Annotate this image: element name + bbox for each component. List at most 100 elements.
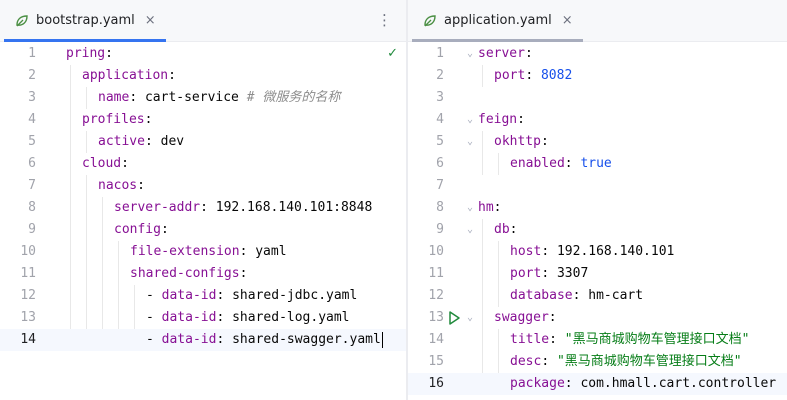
yaml-token: : xyxy=(129,90,145,105)
line-number: 8 xyxy=(28,200,36,215)
left-tab-bar: bootstrap.yaml × ⋮ xyxy=(0,0,406,42)
code-text: okhttp: xyxy=(494,131,549,153)
code-line[interactable]: 14 - data-id: shared-swagger.yaml xyxy=(0,329,406,351)
code-line[interactable]: 6 enabled: true xyxy=(408,153,787,175)
close-icon[interactable]: × xyxy=(562,13,573,28)
line-number: 3 xyxy=(28,90,36,105)
yaml-key: pring xyxy=(66,46,106,61)
code-line[interactable]: 3 xyxy=(408,87,787,109)
code-line[interactable]: 3 name: cart-service # 微服务的名称 xyxy=(0,87,406,109)
left-editor-pane[interactable]: bootstrap.yaml × ⋮ ✓ 1 pring: 2 application… xyxy=(0,0,406,400)
code-line[interactable]: 2 application: xyxy=(0,65,406,87)
fold-chevron-icon[interactable]: ⌄ xyxy=(464,43,476,65)
code-line[interactable]: 12 - data-id: shared-jdbc.yaml xyxy=(0,285,406,307)
yaml-key: nacos xyxy=(98,178,138,193)
code-line[interactable]: 2 port: 8082 xyxy=(408,65,787,87)
yaml-token: : xyxy=(160,222,169,237)
code-text: server: xyxy=(478,43,533,65)
code-line[interactable]: 15 desc: "黑马商城购物车管理接口文档" xyxy=(408,351,787,373)
code-text: database: hm-cart xyxy=(510,285,643,307)
yaml-file-icon xyxy=(422,13,438,29)
code-text: host: 192.168.140.101 xyxy=(510,241,674,263)
line-number: 11 xyxy=(20,266,36,281)
code-line[interactable]: 8 ⌄ hm: xyxy=(408,197,787,219)
code-line[interactable]: 12 database: hm-cart xyxy=(408,285,787,307)
code-line[interactable]: 14 title: "黑马商城购物车管理接口文档" xyxy=(408,329,787,351)
yaml-key: title xyxy=(510,332,550,347)
line-number: 15 xyxy=(428,354,444,369)
yaml-token: : xyxy=(541,266,557,281)
line-number: 12 xyxy=(20,288,36,303)
yaml-token: : xyxy=(137,178,145,193)
yaml-key: data-id xyxy=(161,288,217,303)
code-line[interactable]: 5 active: dev xyxy=(0,131,406,153)
code-line[interactable]: 7 xyxy=(408,175,787,197)
yaml-key: cloud xyxy=(82,156,122,171)
fold-chevron-icon[interactable]: ⌄ xyxy=(464,197,476,219)
yaml-token: "黑马商城购物车管理接口文档" xyxy=(556,354,742,369)
right-code-editor[interactable]: 1 ⌄ server: 2 port: 8082 3 4 ⌄ feign: 5 ⌄ okhttp: 6 e… xyxy=(408,42,787,400)
yaml-token: 192.168.140.101:8848 xyxy=(215,200,373,215)
yaml-token: : xyxy=(524,46,533,61)
tab-application-yaml[interactable]: application.yaml × xyxy=(412,0,583,42)
code-line[interactable]: 11 shared-configs: xyxy=(0,263,406,285)
tab-bootstrap-yaml[interactable]: bootstrap.yaml × xyxy=(4,0,166,42)
code-text: file-extension: yaml xyxy=(130,241,287,263)
code-line[interactable]: 10 host: 192.168.140.101 xyxy=(408,241,787,263)
yaml-token: yaml xyxy=(255,244,287,259)
left-code-editor[interactable]: ✓ 1 pring: 2 application: 3 name: cart-servic… xyxy=(0,42,406,400)
yaml-key: okhttp xyxy=(494,134,541,149)
yaml-token: : xyxy=(168,68,176,83)
yaml-key: package xyxy=(510,376,565,391)
code-line[interactable]: 9 ⌄ db: xyxy=(408,219,787,241)
code-line[interactable]: 7 nacos: xyxy=(0,175,406,197)
code-line[interactable]: 1 ⌄ server: xyxy=(408,43,787,65)
code-text: hm: xyxy=(478,197,501,219)
more-options-icon[interactable]: ⋮ xyxy=(377,10,392,30)
yaml-key: shared-configs xyxy=(130,266,240,281)
yaml-token: 192.168.140.101 xyxy=(556,244,675,259)
line-number: 1 xyxy=(28,46,36,61)
code-line[interactable]: 11 port: 3307 xyxy=(408,263,787,285)
code-line[interactable]: 13 ⌄ swagger: xyxy=(408,307,787,329)
code-line[interactable]: 5 ⌄ okhttp: xyxy=(408,131,787,153)
code-line[interactable]: 8 server-addr: 192.168.140.101:8848 xyxy=(0,197,406,219)
code-line[interactable]: 9 config: xyxy=(0,219,406,241)
code-text: - data-id: shared-swagger.yaml xyxy=(146,329,383,351)
fold-chevron-icon[interactable]: ⌄ xyxy=(464,307,476,329)
code-line[interactable]: 4 ⌄ feign: xyxy=(408,109,787,131)
yaml-token: : xyxy=(549,332,565,347)
code-text: active: dev xyxy=(98,131,184,153)
yaml-token: : xyxy=(121,156,129,171)
line-number: 2 xyxy=(436,68,444,83)
yaml-token: cart-service xyxy=(144,90,247,105)
code-line[interactable]: 1 pring: xyxy=(0,43,406,65)
run-gutter-icon[interactable] xyxy=(447,308,461,328)
yaml-token: : xyxy=(144,134,161,149)
code-text: port: 3307 xyxy=(510,263,588,285)
yaml-key: enabled xyxy=(510,156,565,171)
fold-chevron-icon[interactable]: ⌄ xyxy=(464,131,476,153)
right-editor-pane[interactable]: application.yaml × 1 ⌄ server: 2 port: 8082 3… xyxy=(408,0,787,400)
code-text: - data-id: shared-log.yaml xyxy=(146,307,350,329)
fold-chevron-icon[interactable]: ⌄ xyxy=(464,219,476,241)
code-line[interactable]: 16 package: com.hmall.cart.controller xyxy=(408,373,787,395)
line-number: 12 xyxy=(428,288,444,303)
fold-chevron-icon[interactable]: ⌄ xyxy=(464,109,476,131)
yaml-token: : xyxy=(144,112,153,127)
line-number: 10 xyxy=(20,244,36,259)
code-line[interactable]: 10 file-extension: yaml xyxy=(0,241,406,263)
yaml-key: feign xyxy=(478,112,518,127)
code-line[interactable]: 13 - data-id: shared-log.yaml xyxy=(0,307,406,329)
yaml-key: active xyxy=(98,134,145,149)
close-icon[interactable]: × xyxy=(145,13,156,28)
yaml-token: : xyxy=(200,200,216,215)
code-line[interactable]: 4 profiles: xyxy=(0,109,406,131)
yaml-token: : xyxy=(572,288,589,303)
tab-title: application.yaml xyxy=(444,13,552,28)
code-text: enabled: true xyxy=(510,153,612,175)
yaml-key: server xyxy=(478,46,525,61)
code-line[interactable]: 6 cloud: xyxy=(0,153,406,175)
line-number: 9 xyxy=(436,222,444,237)
yaml-token: : xyxy=(216,288,233,303)
